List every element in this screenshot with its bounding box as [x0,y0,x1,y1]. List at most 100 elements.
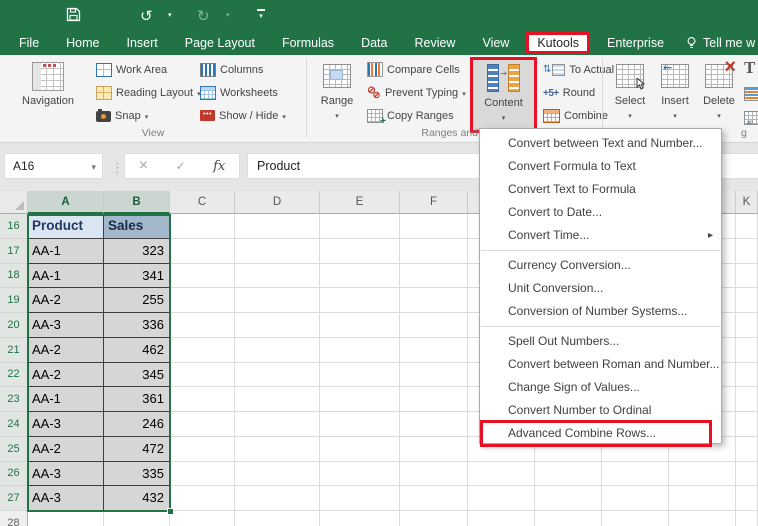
cell[interactable] [235,214,320,239]
cell[interactable] [400,263,468,289]
cell[interactable]: 345 [104,362,170,388]
worksheets-button[interactable]: Worksheets [200,82,278,103]
cell[interactable] [736,387,758,412]
cell[interactable] [320,486,400,511]
cell[interactable] [170,362,235,388]
cancel-icon[interactable] [139,157,148,175]
cell[interactable] [28,511,104,526]
cell[interactable] [535,486,602,511]
cell[interactable]: Product [28,214,104,239]
cell[interactable] [170,263,235,289]
link-tools-button[interactable] [744,107,758,128]
column-header-f[interactable]: F [400,191,468,214]
cell[interactable] [736,412,758,437]
to-actual-button[interactable]: To Actual [543,59,614,80]
column-header-c[interactable]: C [170,191,235,214]
show-hide-button[interactable]: Show / Hide [200,105,286,126]
tab-enterprise[interactable]: Enterprise [601,34,670,52]
tab-insert[interactable]: Insert [121,34,164,52]
cell[interactable] [400,511,468,526]
cell[interactable] [104,511,170,526]
cell[interactable]: AA-2 [28,288,104,313]
cell[interactable] [235,288,320,313]
column-header-b[interactable]: B [104,191,170,214]
row-header-27[interactable]: 27 [0,486,28,511]
fill-handle[interactable] [167,508,174,515]
cell[interactable] [400,214,468,239]
column-header-e[interactable]: E [320,191,400,214]
menu-item[interactable]: Convert Time... [480,224,721,247]
cell[interactable] [170,412,235,437]
row-header-22[interactable]: 22 [0,362,28,388]
navigation-button[interactable]: Navigation [6,58,90,136]
cell[interactable] [736,313,758,338]
tab-review[interactable]: Review [408,34,461,52]
cell[interactable] [736,263,758,289]
cell[interactable] [320,511,400,526]
save-icon[interactable] [66,7,81,22]
menu-item[interactable]: Convert Formula to Text [480,155,721,178]
cell[interactable] [320,436,400,462]
columns-button[interactable]: Columns [200,59,263,80]
name-box-dropdown-icon[interactable] [91,159,102,173]
menu-item[interactable]: Advanced Combine Rows... [480,420,721,447]
cell[interactable] [736,288,758,313]
row-header-26[interactable]: 26 [0,461,28,487]
round-button[interactable]: Round [543,82,595,103]
content-button[interactable]: Content [470,57,537,133]
cell[interactable] [170,337,235,363]
row-header-16[interactable]: 16 [0,214,28,239]
cell[interactable]: 335 [104,461,170,487]
cell[interactable] [400,288,468,313]
cell[interactable] [669,511,736,526]
cell[interactable]: 341 [104,263,170,289]
cell[interactable] [736,238,758,264]
cell[interactable]: 246 [104,412,170,437]
cell[interactable] [669,486,736,511]
row-header-17[interactable]: 17 [0,238,28,264]
cell[interactable] [602,511,669,526]
select-all-corner[interactable] [0,191,28,214]
format-tools-button[interactable] [744,83,758,104]
cell[interactable] [320,288,400,313]
cell[interactable] [235,263,320,289]
snap-button[interactable]: Snap [96,105,148,126]
cell[interactable]: AA-1 [28,238,104,264]
cell[interactable]: AA-3 [28,313,104,338]
work-area-button[interactable]: Work Area [96,59,167,80]
cell[interactable]: AA-3 [28,461,104,487]
reading-layout-button[interactable]: Reading Layout [96,82,201,103]
select-button[interactable]: Select [607,58,653,136]
copy-ranges-button[interactable]: Copy Ranges [367,105,454,127]
insert-button[interactable]: Insert [653,58,697,136]
compare-cells-button[interactable]: Compare Cells [367,59,460,80]
row-header-25[interactable]: 25 [0,436,28,462]
cell[interactable] [468,461,535,487]
tab-formulas[interactable]: Formulas [276,34,340,52]
tab-file[interactable]: File [13,34,45,52]
cell[interactable] [736,436,758,462]
tab-data[interactable]: Data [355,34,393,52]
cell[interactable] [400,313,468,338]
tab-view[interactable]: View [476,34,515,52]
cell[interactable] [736,486,758,511]
menu-item[interactable]: Spell Out Numbers... [480,330,721,353]
cell[interactable] [400,461,468,487]
cell[interactable] [235,511,320,526]
prevent-typing-button[interactable]: Prevent Typing [367,82,466,103]
menu-item[interactable]: Convert Text to Formula [480,178,721,201]
delete-button[interactable]: Delete [697,56,741,136]
cell[interactable]: AA-2 [28,362,104,388]
cell[interactable]: 462 [104,337,170,363]
cell[interactable] [320,263,400,289]
name-box[interactable]: A16 [4,153,103,179]
cell[interactable] [235,412,320,437]
cell[interactable] [736,511,758,526]
cell[interactable] [736,461,758,487]
cell[interactable] [235,362,320,388]
menu-item[interactable]: Convert to Date... [480,201,721,224]
cell[interactable] [602,486,669,511]
cell[interactable] [320,412,400,437]
cell[interactable]: 255 [104,288,170,313]
cell[interactable] [400,387,468,412]
